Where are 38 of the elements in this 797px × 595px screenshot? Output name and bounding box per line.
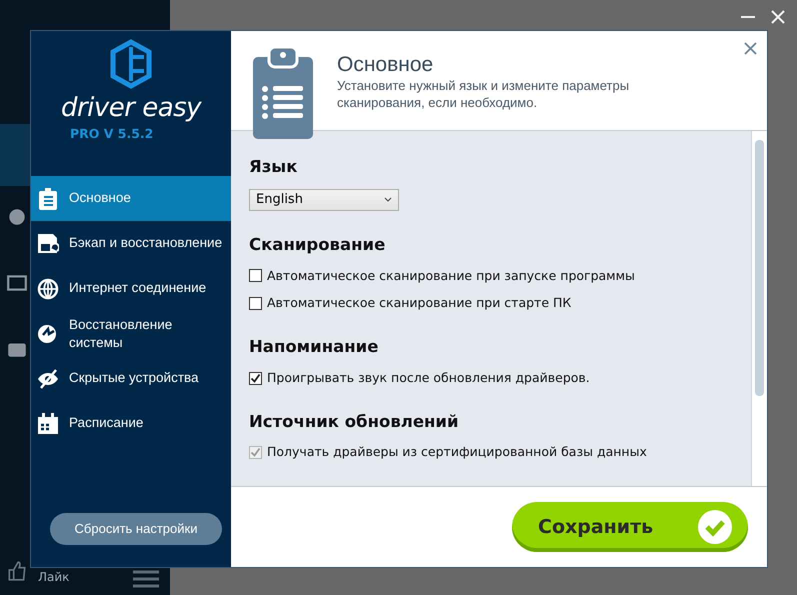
checkbox[interactable] xyxy=(249,269,262,282)
checkbox[interactable] xyxy=(249,372,262,385)
logo-icon xyxy=(109,39,153,89)
sidebar-item[interactable]: Скрытые устройства xyxy=(31,356,231,401)
menu-icon[interactable] xyxy=(133,569,159,589)
like-label: Лайк xyxy=(38,570,70,584)
checkbox[interactable] xyxy=(249,297,262,310)
section-heading: Напоминание xyxy=(249,336,380,358)
thumbs-up-icon xyxy=(6,560,28,582)
sidebar-item[interactable]: Восстановление системы xyxy=(31,311,231,356)
section-heading: Сканирование xyxy=(249,234,386,256)
checkbox-label: Проигрывать звук после обновления драйверов. xyxy=(267,368,590,387)
section-heading: Язык xyxy=(249,156,298,178)
checkbox-label: Получать драйверы из сертифицированной базы данных xyxy=(267,443,647,462)
section-heading: Источник обновлений xyxy=(249,410,460,432)
version-label: PRO V 5.5.2 xyxy=(70,125,154,143)
sidebar-item[interactable]: Основное xyxy=(31,176,231,221)
checkmark-icon xyxy=(698,510,732,544)
checkbox-label: Автоматическое сканирование при запуске программы xyxy=(267,266,635,285)
page-description: Установите нужный язык и измените параметры сканирования, если необходимо. xyxy=(337,78,630,112)
globe-icon xyxy=(37,278,59,300)
sidebar-item[interactable]: Бэкап и восстановление xyxy=(31,221,231,266)
logo-text: driver easy xyxy=(60,95,202,121)
clipboard-icon xyxy=(253,47,313,139)
calendar-icon xyxy=(37,412,59,434)
hidden-eye-icon xyxy=(37,368,59,390)
save-button[interactable]: Сохранить xyxy=(512,502,748,552)
reset-settings-button[interactable]: Сбросить настройки xyxy=(50,513,222,545)
close-icon[interactable] xyxy=(771,10,785,24)
checkbox-label: Автоматическое сканирование при старте ПК xyxy=(267,294,572,312)
restore-icon xyxy=(37,322,59,344)
page-title: Основное xyxy=(337,53,434,76)
sidebar-item[interactable]: Интернет соединение xyxy=(31,266,231,311)
scrollbar[interactable] xyxy=(751,131,767,486)
language-dropdown[interactable]: English xyxy=(249,188,399,211)
sidebar-item[interactable]: Расписание xyxy=(31,401,231,446)
clipboard-icon xyxy=(37,188,59,210)
caret-icon xyxy=(384,197,392,202)
